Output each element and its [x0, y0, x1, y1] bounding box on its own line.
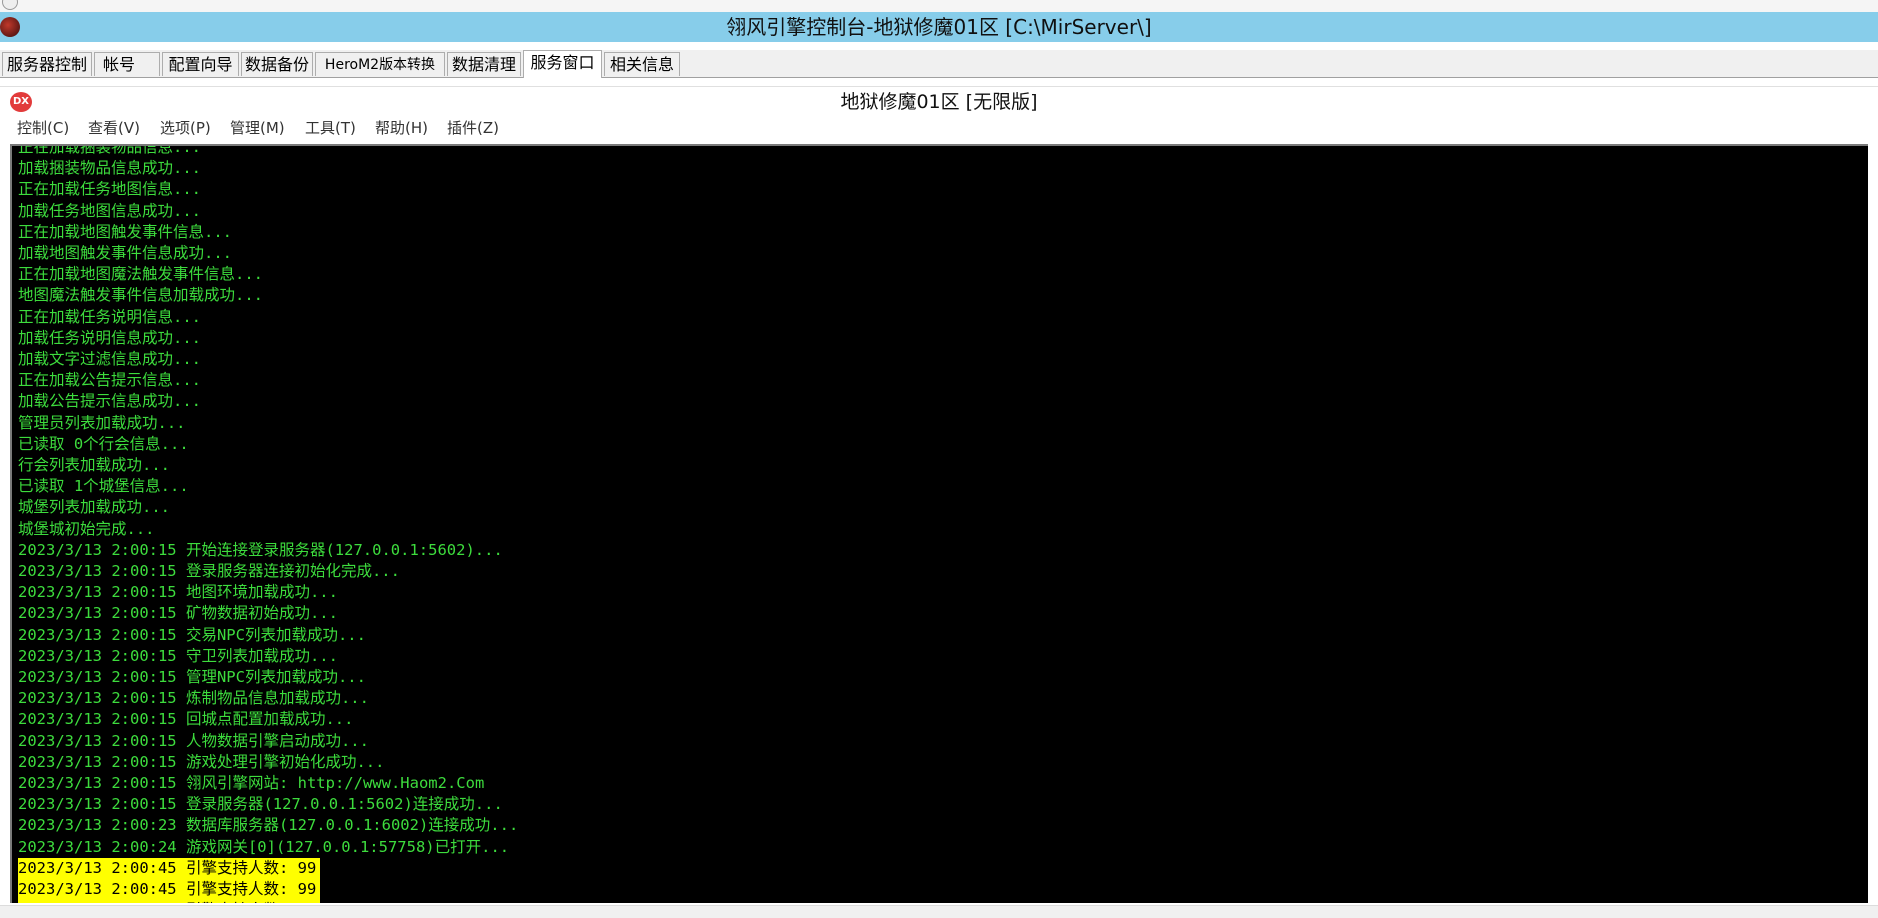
- log-line: 加载捆装物品信息成功...: [18, 159, 201, 178]
- menu-manage[interactable]: 管理(M): [230, 116, 285, 140]
- log-line: 2023/3/13 2:00:15 守卫列表加载成功...: [18, 646, 338, 665]
- log-line: 加载公告提示信息成功...: [18, 392, 201, 411]
- log-line: 2023/3/13 2:00:15 管理NPC列表加载成功...: [18, 668, 366, 686]
- log-console[interactable]: 正在加载捆装物品信息... 加载捆装物品信息成功... 正在加载任务地图信息... 加…: [10, 144, 1868, 903]
- log-line: 城堡列表加载成功...: [18, 498, 170, 517]
- tab-server-control[interactable]: 服务器控制: [2, 52, 92, 76]
- log-line: 管理员列表加载成功...: [18, 413, 186, 432]
- log-line-highlighted: 2023/3/13 2:00:45 引擎支持人数: 99: [18, 857, 321, 879]
- log-line: 2023/3/13 2:00:15 登录服务器连接初始化完成...: [18, 562, 400, 580]
- log-line: 2023/3/13 2:00:15 登录服务器(127.0.0.1:5602)连…: [18, 795, 503, 814]
- tab-herom2-convert[interactable]: HeroM2版本转换: [315, 52, 445, 76]
- inner-window-titlebar: DX 地狱修魔01区 [无限版]: [0, 86, 1878, 117]
- log-line: 2023/3/13 2:00:15 开始连接登录服务器(127.0.0.1:56…: [18, 540, 503, 559]
- log-line: 2023/3/13 2:00:15 回城点配置加载成功...: [18, 710, 354, 729]
- log-line: 正在加载任务地图信息...: [18, 180, 201, 199]
- log-line: 2023/3/13 2:00:15 矿物数据初始成功...: [18, 604, 338, 623]
- log-line: 加载地图触发事件信息成功...: [18, 244, 232, 262]
- menu-bar: 控制(C) 查看(V) 选项(P) 管理(M) 工具(T) 帮助(H) 插件(Z…: [0, 116, 1878, 140]
- tab-data-backup[interactable]: 数据备份: [241, 52, 313, 76]
- log-line-highlighted: 2023/3/13 2:00:45 引擎支持人数: 99: [18, 879, 321, 900]
- log-line: 加载任务地图信息成功...: [18, 201, 201, 220]
- menu-view[interactable]: 查看(V): [88, 116, 140, 140]
- tab-data-cleanup[interactable]: 数据清理: [447, 52, 521, 76]
- log-line: 加载文字过滤信息成功...: [18, 350, 201, 368]
- log-line: 加载任务说明信息成功...: [18, 328, 201, 347]
- log-line: 地图魔法触发事件信息加载成功...: [18, 286, 263, 305]
- log-line: 正在加载地图触发事件信息...: [18, 222, 232, 241]
- tab-service-window[interactable]: 服务窗口: [523, 50, 602, 78]
- app-title: 翎风引擎控制台-地狱修魔01区 [C:\MirServer\]: [726, 15, 1152, 39]
- tab-account[interactable]: 帐号: [94, 52, 160, 76]
- menu-help[interactable]: 帮助(H): [375, 116, 428, 140]
- menu-options[interactable]: 选项(P): [160, 116, 211, 140]
- log-line: 2023/3/13 2:00:15 翎风引擎网站: http://www.Hao…: [18, 774, 485, 792]
- log-line: 正在加载任务说明信息...: [18, 307, 201, 326]
- app-titlebar: 翎风引擎控制台-地狱修魔01区 [C:\MirServer\]: [0, 12, 1878, 42]
- system-icon: [2, 0, 18, 10]
- menu-control[interactable]: 控制(C): [17, 116, 69, 140]
- log-line: 已读取 0个行会信息...: [18, 434, 189, 453]
- log-line: 2023/3/13 2:00:15 地图环境加载成功...: [18, 583, 338, 602]
- log-line: 2023/3/13 2:00:15 炼制物品信息加载成功...: [18, 689, 369, 708]
- log-line: 城堡城初始完成...: [18, 519, 155, 538]
- log-line: 行会列表加载成功...: [18, 456, 170, 474]
- tab-bar: 服务器控制 帐号 配置向导 数据备份 HeroM2版本转换 数据清理 服务窗口 …: [0, 50, 1878, 78]
- log-line: 正在加载公告提示信息...: [18, 371, 201, 390]
- log-line: 2023/3/13 2:00:24 游戏网关[0](127.0.0.1:5775…: [18, 837, 510, 856]
- tab-config-wizard[interactable]: 配置向导: [162, 52, 239, 76]
- status-bar: [0, 905, 1878, 918]
- tab-related-info[interactable]: 相关信息: [604, 52, 680, 76]
- log-line: 2023/3/13 2:00:23 数据库服务器(127.0.0.1:6002)…: [18, 816, 519, 835]
- log-line-highlighted: 2023/3/13 2:00:45 引擎支持人数: 99: [18, 900, 321, 903]
- window-top-edge: [0, 0, 1878, 12]
- log-line: 正在加载地图魔法触发事件信息...: [18, 265, 263, 284]
- log-line: 2023/3/13 2:00:15 交易NPC列表加载成功...: [18, 625, 366, 644]
- menu-plugins[interactable]: 插件(Z): [447, 116, 499, 140]
- log-line: 2023/3/13 2:00:15 人物数据引擎启动成功...: [18, 731, 369, 750]
- log-line: 2023/3/13 2:00:15 游戏处理引擎初始化成功...: [18, 752, 385, 771]
- inner-window-title: 地狱修魔01区 [无限版]: [840, 91, 1038, 113]
- log-line: 正在加载捆装物品信息...: [18, 144, 201, 156]
- log-line: 已读取 1个城堡信息...: [18, 477, 189, 496]
- menu-tools[interactable]: 工具(T): [305, 116, 356, 140]
